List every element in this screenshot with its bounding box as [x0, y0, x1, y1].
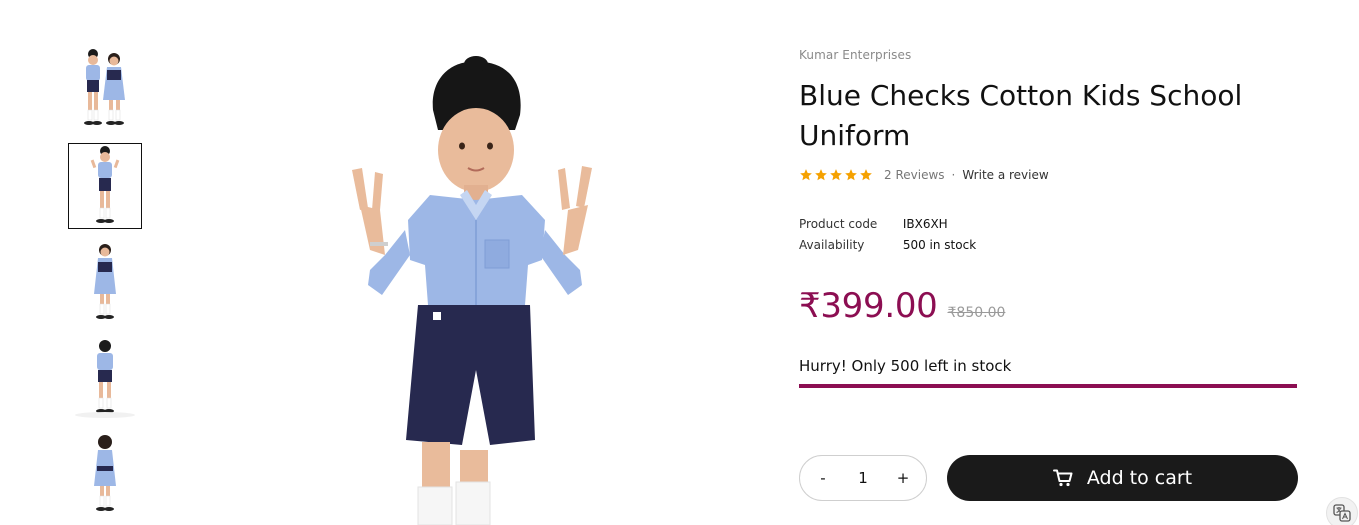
add-to-cart-button[interactable]: Add to cart	[947, 455, 1298, 501]
thumbnail-2[interactable]	[68, 143, 142, 229]
quantity-increase-button[interactable]: +	[896, 469, 910, 487]
product-code-label: Product code	[799, 217, 878, 231]
star-icon	[845, 169, 857, 181]
thumbnail-5[interactable]	[68, 430, 142, 516]
stock-progress-fill	[799, 384, 1297, 388]
rating-row: 2 Reviews · Write a review	[799, 168, 1049, 182]
quantity-input[interactable]	[843, 469, 883, 487]
translate-icon	[1333, 504, 1351, 522]
stock-progress-bar	[799, 384, 1297, 388]
stock-message: Hurry! Only 500 left in stock	[799, 357, 1012, 375]
thumbnail-3[interactable]	[68, 238, 142, 324]
separator-dot: ·	[951, 168, 956, 182]
translate-button[interactable]	[1326, 497, 1358, 525]
star-icon	[860, 169, 872, 181]
product-photo-boy-in-uniform	[352, 56, 592, 525]
availability-value: 500 in stock	[902, 238, 977, 252]
quantity-decrease-button[interactable]: -	[816, 469, 830, 487]
thumbnail-image-two-kids	[84, 49, 125, 125]
thumbnail-image-girl-front	[94, 244, 116, 319]
thumbnail-image-girl-back	[94, 435, 116, 511]
price-row: ₹399.00 ₹850.00	[799, 286, 1005, 326]
thumbnail-image-boy-front	[90, 146, 120, 223]
vendor-name[interactable]: Kumar Enterprises	[799, 48, 911, 62]
product-title: Blue Checks Cotton Kids School Uniform	[799, 79, 1243, 152]
add-to-cart-label: Add to cart	[1086, 467, 1193, 489]
star-icon	[800, 169, 812, 181]
write-review-link[interactable]: Write a review	[962, 168, 1048, 182]
star-icon	[830, 169, 842, 181]
thumbnail-image-boy-back	[75, 340, 135, 418]
sale-price: ₹399.00	[799, 286, 938, 326]
thumbnail-4[interactable]	[68, 335, 142, 421]
product-code-value: IBX6XH	[902, 217, 948, 231]
cart-icon	[1052, 469, 1073, 487]
thumbnail-1[interactable]	[68, 44, 142, 130]
reviews-count-link[interactable]: 2 Reviews	[884, 168, 945, 182]
product-code-row: Product code IBX6XH	[799, 217, 948, 231]
quantity-stepper: - +	[799, 455, 927, 501]
star-rating	[799, 168, 873, 182]
star-icon	[815, 169, 827, 181]
availability-label: Availability	[799, 238, 865, 252]
main-product-image[interactable]	[330, 50, 620, 525]
compare-price: ₹850.00	[947, 305, 1006, 321]
availability-row: Availability 500 in stock	[799, 238, 976, 252]
